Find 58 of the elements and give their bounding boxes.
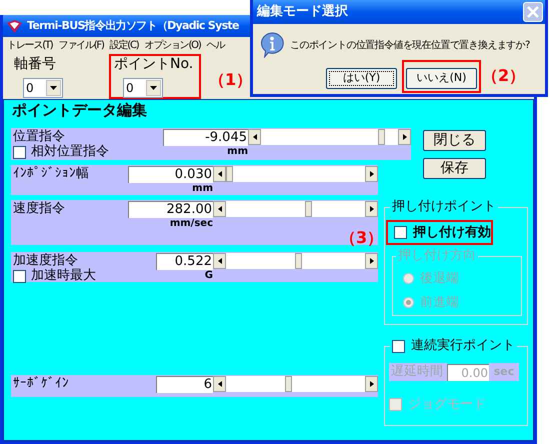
value-field[interactable]: -9.045 xyxy=(163,129,248,146)
info-icon xyxy=(260,32,284,58)
dropdown[interactable]: 0 xyxy=(23,78,63,98)
panel-title: ポイントデータ編集 xyxy=(11,101,148,119)
dialog-message: このポイントの位置指令値を現在位置で置き換えますか? xyxy=(290,38,530,52)
annotation: （1） xyxy=(209,69,252,91)
slider-thumb[interactable] xyxy=(285,376,292,392)
group-label: 押し付けポイント xyxy=(390,199,498,215)
menu-item[interactable]: 設定(C) xyxy=(110,38,138,53)
checkbox-label: ジョグモード xyxy=(408,396,486,414)
unit-label: mm/sec xyxy=(170,218,213,229)
unit-label: mm xyxy=(192,183,213,194)
value-field[interactable]: 0.030 xyxy=(128,166,213,183)
menu-item[interactable]: オプション(O) xyxy=(144,38,201,53)
slider-thumb[interactable] xyxy=(305,201,312,217)
field-label: 遅延時間 xyxy=(389,363,447,381)
parameter-label: ｲﾝﾎﾟｼﾞｼｮﾝ幅 xyxy=(13,166,90,181)
dialog-button[interactable]: はい(Y) xyxy=(326,68,397,89)
slider-thumb[interactable] xyxy=(226,166,233,182)
checkbox[interactable] xyxy=(392,340,405,352)
parameter-label: 加速度指令 xyxy=(13,253,79,268)
parameter-label: 速度指令 xyxy=(13,201,66,216)
radio-label: 後退端 xyxy=(420,270,459,288)
action-button[interactable]: 保存 xyxy=(423,158,486,179)
unit-label: mm xyxy=(227,146,248,157)
parameter-label: 位置指令 xyxy=(13,129,66,144)
checkbox-label: 相対位置指令 xyxy=(31,145,109,159)
checkbox[interactable] xyxy=(13,270,26,282)
dialog-button[interactable]: いいえ(N) xyxy=(406,68,477,89)
annotation: （2） xyxy=(482,65,526,88)
action-button[interactable]: 閉じる xyxy=(423,130,486,151)
menu-item[interactable]: トレース(T) xyxy=(7,38,53,53)
checkbox-label: 連続実行ポイント xyxy=(411,338,515,354)
caret-icon xyxy=(150,86,157,90)
unit-label: G xyxy=(204,270,213,281)
group-label: ポイントNo. xyxy=(113,56,194,73)
window-title: Termi-BUS指令出力ソフト（Dyadic Syste xyxy=(27,18,239,34)
caret-icon xyxy=(50,86,57,90)
slider-thumb[interactable] xyxy=(294,253,302,269)
value-field[interactable]: 282.00 xyxy=(128,201,213,218)
menu-item[interactable]: ヘル xyxy=(206,38,224,53)
value-field[interactable]: 0.522 xyxy=(156,253,213,270)
value-field[interactable]: 6 xyxy=(156,376,213,393)
dialog-title: 編集モード選択 xyxy=(257,3,348,22)
dropdown[interactable]: 0 xyxy=(123,78,163,98)
menu-item[interactable]: ファイル(F) xyxy=(58,38,104,53)
slider-thumb[interactable] xyxy=(378,129,385,145)
checkbox[interactable] xyxy=(394,226,407,239)
radio-label: 前進端 xyxy=(420,294,459,312)
unit-label: sec xyxy=(489,363,519,381)
parameter-label: ｻｰﾎﾞｹﾞｲﾝ xyxy=(13,376,70,391)
checkbox-label: 加速時最大 xyxy=(31,269,96,283)
group-label: 軸番号 xyxy=(13,56,56,73)
checkbox[interactable] xyxy=(13,146,26,158)
group-label: 押し付け方向 xyxy=(396,248,478,264)
app-icon xyxy=(7,20,22,32)
checkbox-label: 押し付け有効 xyxy=(413,224,491,242)
annotation: （3） xyxy=(340,227,384,249)
